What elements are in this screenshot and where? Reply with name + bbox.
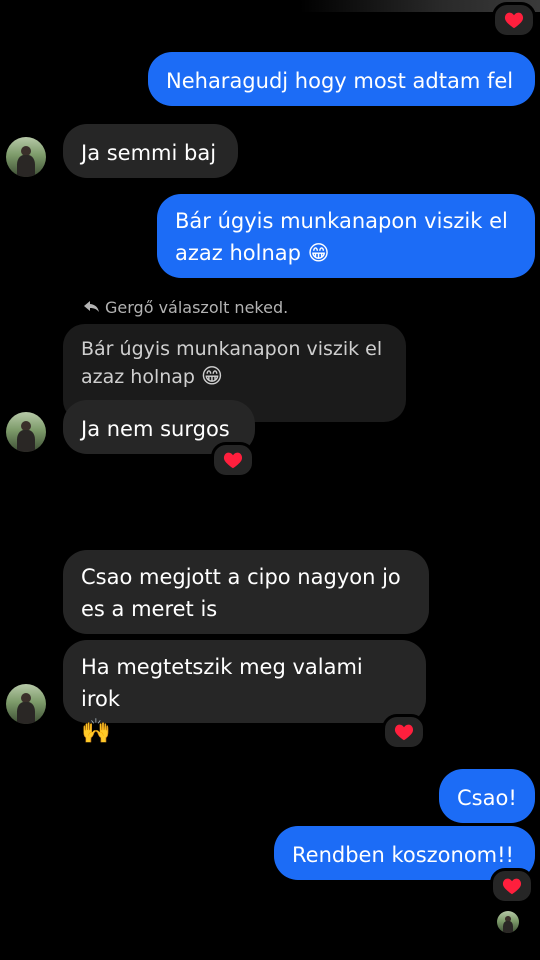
heart-icon — [502, 878, 522, 895]
message-text: Ha megtetszik meg valami irok — [81, 655, 363, 711]
heart-icon — [504, 12, 524, 29]
reaction-badge[interactable] — [211, 442, 255, 478]
message-text: Csao! — [457, 786, 517, 810]
reaction-badge[interactable] — [382, 714, 426, 750]
message-text: Bár úgyis munkanapon viszik el azaz holn… — [175, 209, 508, 265]
message-text: Ja semmi baj — [81, 141, 217, 165]
contact-avatar[interactable] — [6, 412, 46, 452]
contact-avatar[interactable] — [6, 137, 46, 177]
reply-indicator: Gergő válaszolt neked. — [84, 298, 288, 317]
message-text: Neharagudj hogy most adtam fel — [166, 69, 514, 93]
grinning-face-emoji: 😁 — [201, 364, 223, 388]
message-text: Csao megjott a cipo nagyon jo es a meret… — [81, 565, 401, 621]
raising-hands-emoji: 🙌 — [81, 717, 111, 745]
message-outgoing[interactable]: Csao! — [439, 769, 535, 823]
grinning-face-emoji: 😁 — [307, 241, 330, 265]
quoted-text: Bár úgyis munkanapon viszik el azaz holn… — [81, 338, 383, 388]
heart-icon — [394, 724, 414, 741]
heart-icon — [223, 452, 243, 469]
reaction-badge-top[interactable] — [492, 2, 536, 38]
message-text: Rendben koszonom!! — [292, 843, 514, 867]
message-outgoing[interactable]: Bár úgyis munkanapon viszik el azaz holn… — [157, 194, 535, 278]
contact-avatar[interactable] — [6, 684, 46, 724]
message-outgoing[interactable]: Neharagudj hogy most adtam fel — [148, 52, 535, 106]
reaction-badge[interactable] — [490, 868, 534, 904]
reply-arrow-icon — [84, 299, 99, 317]
seen-receipt-avatar — [497, 911, 519, 933]
message-incoming[interactable]: Csao megjott a cipo nagyon jo es a meret… — [63, 550, 429, 634]
reply-label-text: Gergő válaszolt neked. — [105, 298, 289, 317]
message-incoming[interactable]: Ha megtetszik meg valami irok 🙌 — [63, 640, 426, 745]
message-text: Ja nem surgos — [81, 417, 230, 441]
message-incoming[interactable]: Ja semmi baj — [63, 124, 238, 178]
